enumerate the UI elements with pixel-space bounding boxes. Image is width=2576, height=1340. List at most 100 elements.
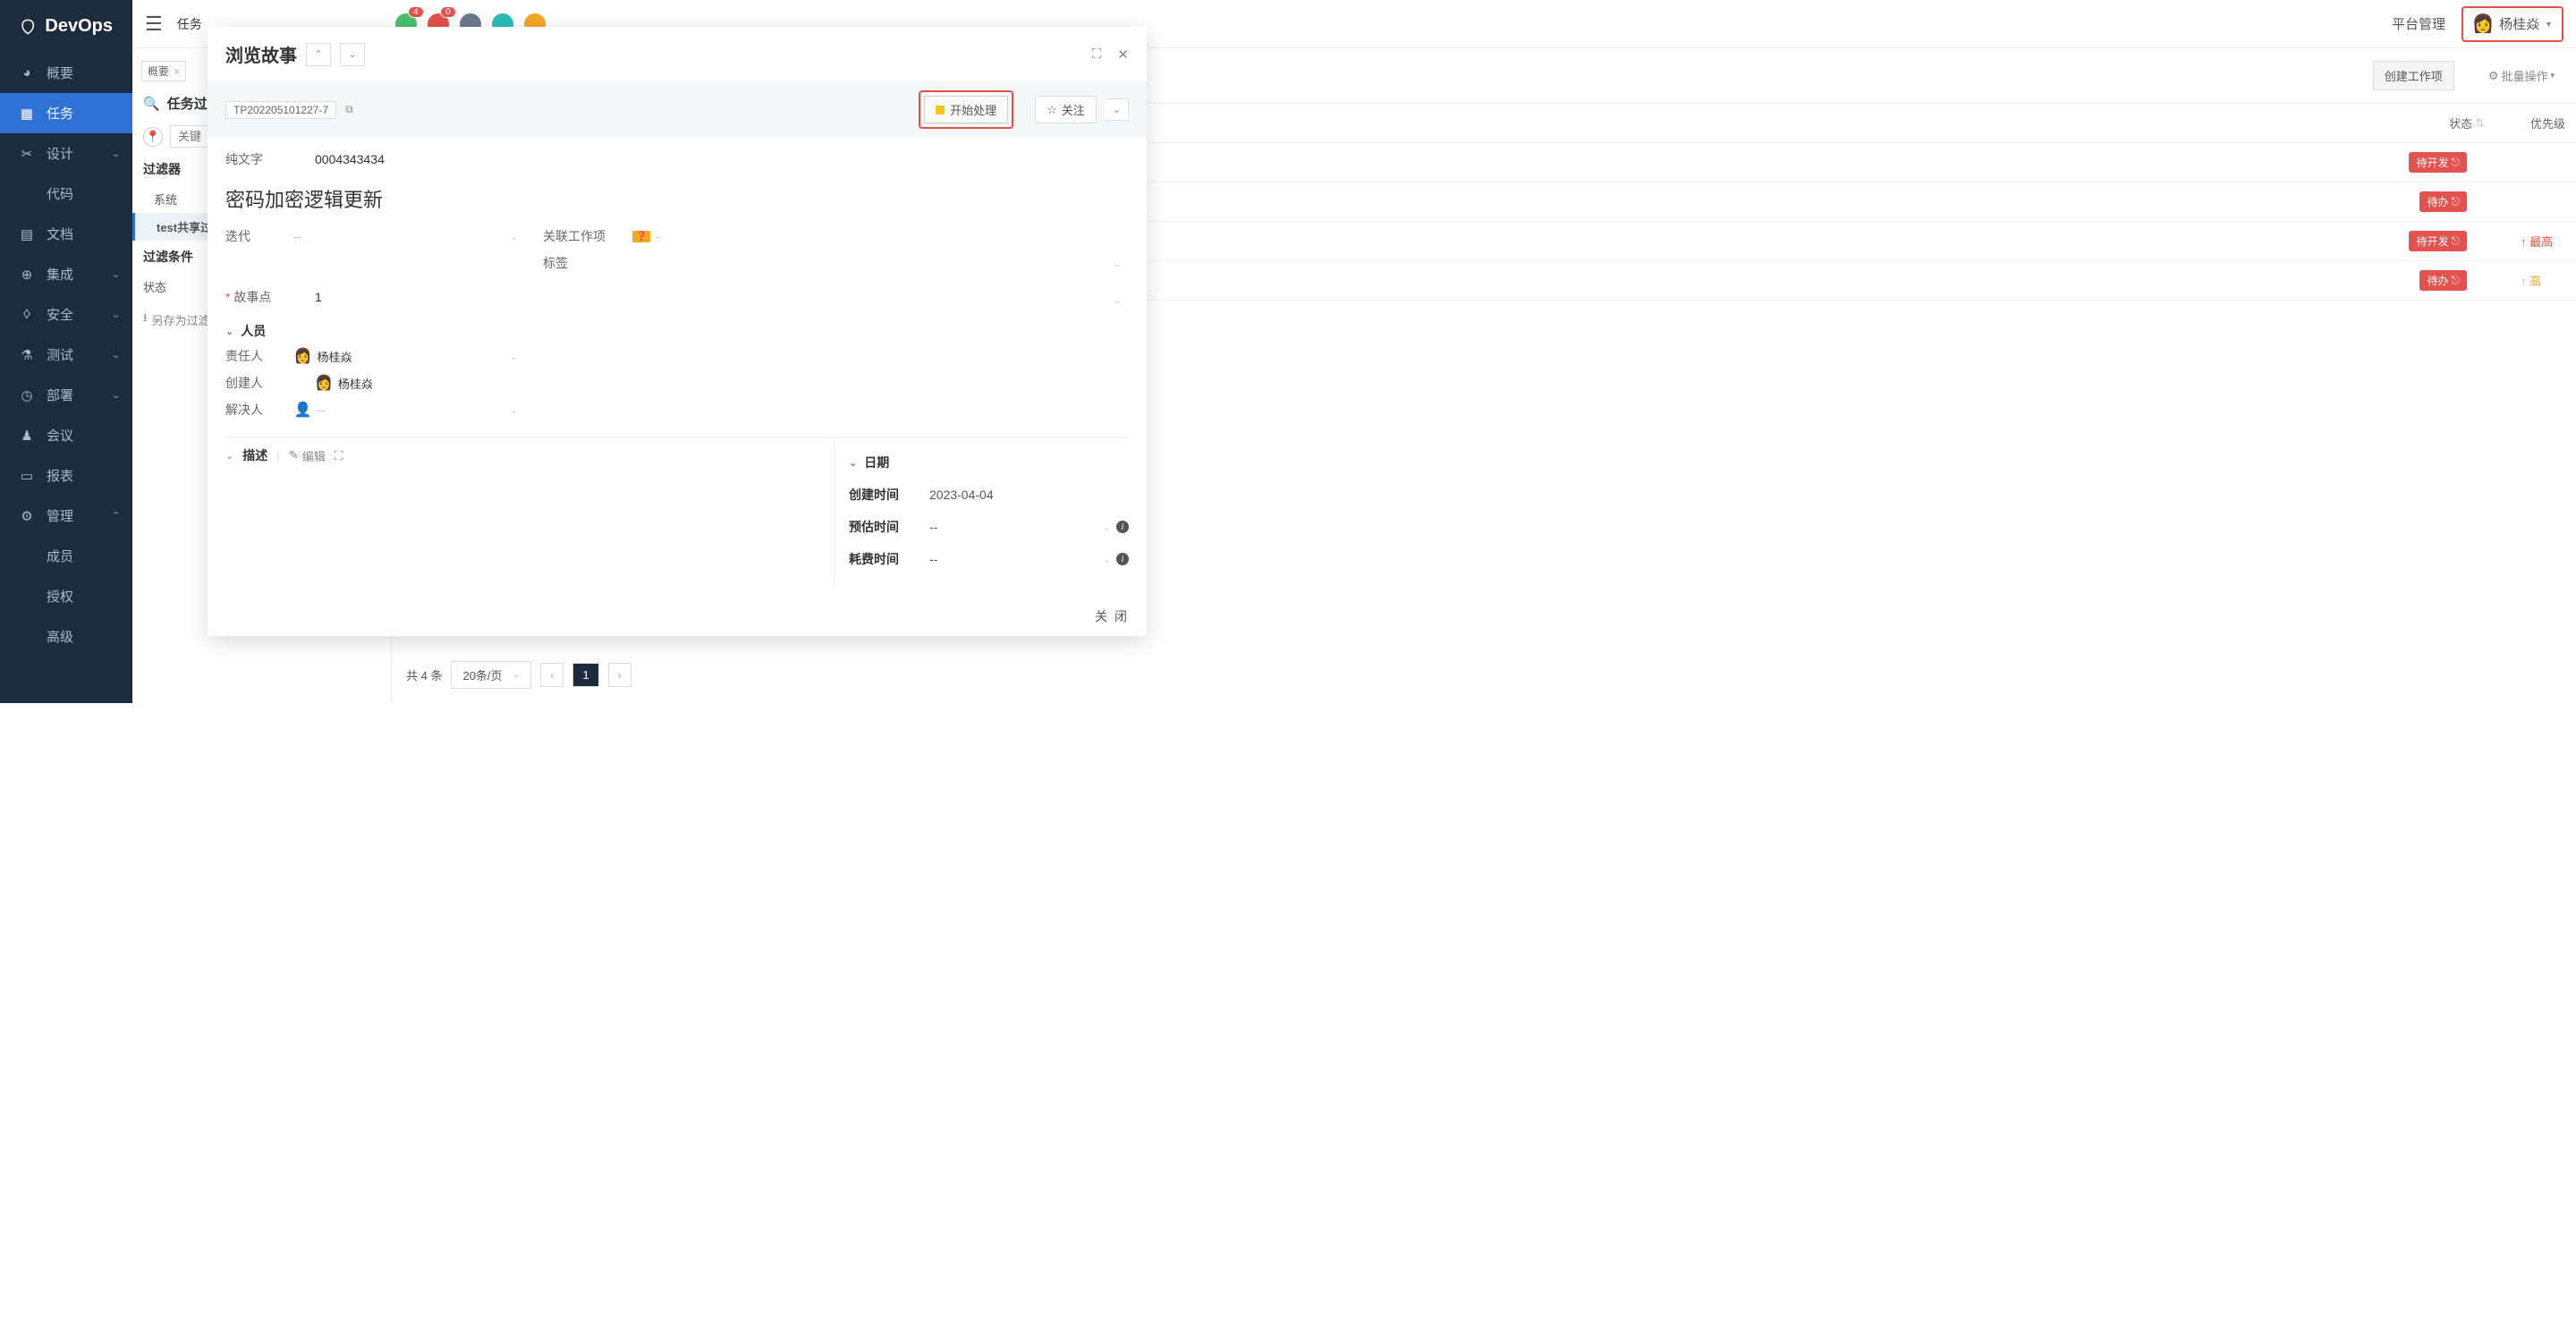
status-badge: 待开发 ⎋ [2409,152,2467,173]
sidebar-item-flask[interactable]: ⚗测试⌄ [0,335,132,375]
panel-chip[interactable]: 概要 × [141,61,186,81]
devops-icon [20,17,36,37]
create-label: 创建工作项 [2385,67,2443,84]
assignee-select[interactable]: 👩杨桂焱 ⌄ [294,347,525,365]
close-icon[interactable]: ✕ [1117,47,1129,63]
platform-link[interactable]: 平台管理 [2392,14,2445,33]
sidebar-item-doc[interactable]: ▤文档 [0,214,132,254]
sidebar-item-shield[interactable]: ◊安全⌄ [0,294,132,335]
create-time-value: 2023-04-04 [929,488,1129,502]
chip-label: 概要 [148,64,169,79]
top-tab[interactable]: 任务 [177,15,202,33]
spent-time-row[interactable]: 耗费时间 -- ⌄ i [849,543,1129,575]
extra-select[interactable]: ⌄ [543,288,1129,311]
location-icon[interactable]: 📍 [143,127,163,147]
prev-story-button[interactable]: ⌃ [306,43,331,66]
bulk-actions[interactable]: ⚙ 批量操作 ▾ [2478,56,2565,95]
chevron-down-icon: ⌄ [1114,294,1122,306]
user-menu[interactable]: 👩 杨桂焱 ▼ [2462,6,2563,42]
chevron-down-icon: ⌄ [111,349,121,360]
sidebar-item-meeting[interactable]: ♟会议 [0,415,132,455]
page-size-select[interactable]: 20条/页 ⌄ [451,661,531,689]
sidebar-sub-item[interactable]: 授权 [0,576,132,616]
nav-label: 任务 [47,104,73,123]
chevron-down-icon: ⌄ [225,326,233,337]
sort-icon: ⇅ [2475,116,2485,131]
deploy-icon: ◷ [20,388,34,403]
people-section-header[interactable]: ⌄ 人员 [225,315,525,347]
relate-icon: ❓ [632,231,650,242]
sidebar-item-integration[interactable]: ⊕集成⌄ [0,254,132,294]
meeting-icon: ♟ [20,428,34,443]
start-processing-highlight: 开始处理 [919,90,1013,129]
est-time-row[interactable]: 预估时间 -- ⌄ i [849,511,1129,543]
status-square-icon [936,106,945,114]
sidebar-sub-item[interactable]: 高级 [0,616,132,657]
status-column[interactable]: 状态 ⇅ [2438,104,2496,142]
topbar-right: 平台管理 👩 杨桂焱 ▼ [2392,6,2563,42]
nav-label: 报表 [47,466,73,485]
desc-section-label: 描述 [242,446,267,464]
fullscreen-icon[interactable]: ⛶ [335,448,343,463]
doc-icon: ▤ [20,227,34,242]
main-type-label: 纯文字 [225,150,315,168]
assignee-label: 责任人 [225,347,294,365]
create-item-button[interactable]: 创建工作项 [2373,61,2454,90]
nav-label: 概要 [47,64,73,82]
page-1-button[interactable]: 1 [572,663,598,687]
relate-value: - [656,229,660,243]
link-icon: ⎋ [2452,195,2461,208]
copy-icon[interactable]: ⧉ [345,103,353,116]
brand-logo[interactable]: DevOps [0,0,132,53]
info-icon[interactable]: i [1116,521,1129,533]
nav-label: 部署 [47,386,73,404]
priority-column[interactable]: 优先级 [2496,104,2576,142]
close-button[interactable]: 关 闭 [1095,609,1129,623]
info-icon[interactable]: i [1116,553,1129,565]
sidebar-item-design[interactable]: ✂设计⌄ [0,133,132,174]
sidebar-item-dashboard[interactable]: ◕概要 [0,53,132,93]
username: 杨桂焱 [2499,14,2539,33]
date-section-header[interactable]: ⌄ 日期 [849,446,1129,479]
follow-dropdown[interactable]: ⌄ [1106,98,1129,121]
task-icon: ▦ [20,106,34,121]
sidebar-sub-item[interactable]: 成员 [0,536,132,576]
sidebar-item-task[interactable]: ▦ 任务 [0,93,132,133]
chevron-down-icon: ⌄ [510,404,518,416]
chevron-down-icon: ⌄ [111,389,121,401]
follow-label: 关注 [1062,101,1085,118]
chevron-down-icon: ⌄ [1103,554,1111,565]
modal-title: 浏览故事 [225,41,297,67]
modal-header: 浏览故事 ⌃ ⌄ ⛶ ✕ [208,27,1147,81]
next-story-button[interactable]: ⌄ [340,43,365,66]
hamburger-icon[interactable]: ☰ [145,13,163,36]
chevron-down-icon: ⌄ [111,309,121,320]
edit-label: 编辑 [302,447,326,464]
close-icon[interactable]: × [174,65,180,78]
page-total: 共 4 条 [406,666,442,683]
story-points-value[interactable]: 1 [315,290,525,304]
priority-value: ↑ 最高 [2521,233,2565,250]
iteration-value: -- [294,229,302,243]
gear-icon: ⚙ [2488,69,2499,83]
sidebar-item-deploy[interactable]: ◷ 部署 ⌄ [0,375,132,415]
sidebar-item-gear[interactable]: ⚙管理⌃ [0,496,132,536]
bulk-label: 批量操作 [2501,67,2547,84]
tag-select[interactable]: ⌄ [621,258,1129,269]
star-icon: ☆ [1046,103,1057,117]
iteration-select[interactable]: -- ⌄ [294,229,525,243]
prev-page-button[interactable]: ‹ [540,663,564,687]
story-title[interactable]: 密码加密逻辑更新 [225,177,1129,220]
create-time-label: 创建时间 [849,486,929,504]
top-tabs: 任务 [177,15,202,33]
edit-description-button[interactable]: ✎ 编辑 [289,447,326,464]
nav-label: 管理 [47,506,73,525]
fullscreen-icon[interactable]: ⛶ [1092,47,1102,62]
sidebar-item-screen[interactable]: ▭报表 [0,455,132,496]
follow-button[interactable]: ☆ 关注 [1035,96,1097,123]
sidebar-item-code[interactable]: 代码 [0,174,132,214]
start-processing-button[interactable]: 开始处理 [924,96,1008,123]
next-page-button[interactable]: › [608,663,631,687]
resolver-select[interactable]: 👤-- ⌄ [294,401,525,419]
download-icon: ⭳ [143,310,148,329]
